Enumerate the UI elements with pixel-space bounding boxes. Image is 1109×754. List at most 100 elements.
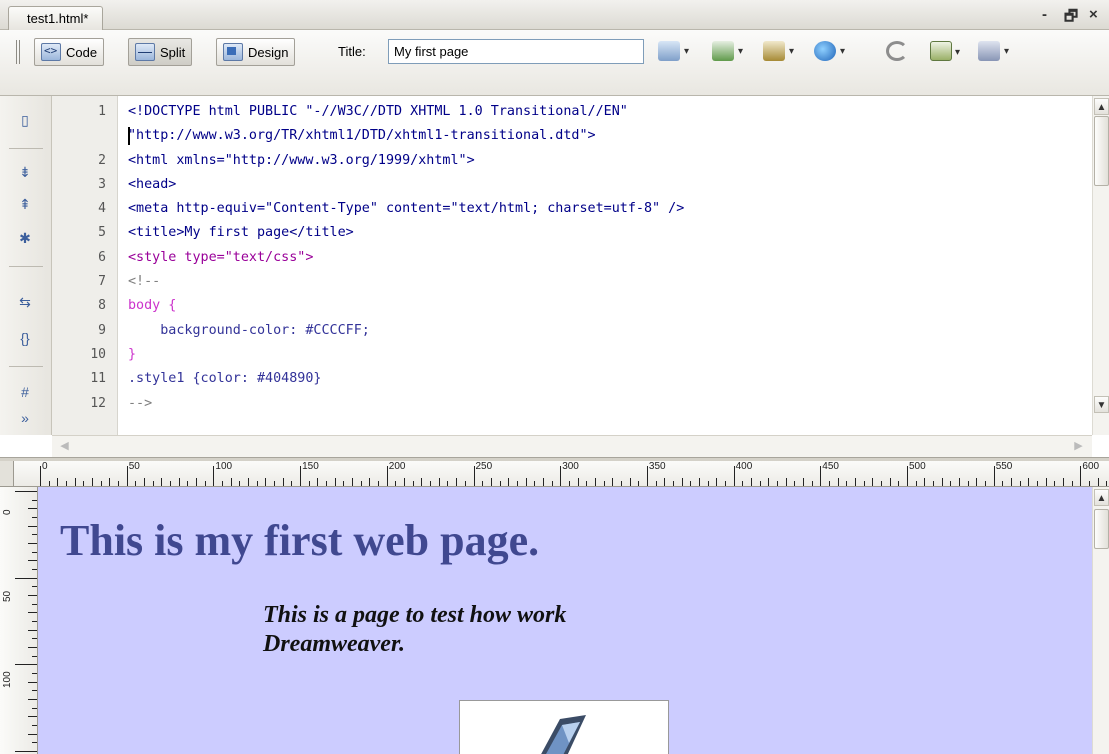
- code-view-label: Code: [66, 44, 98, 60]
- ruler-tick: [32, 742, 37, 744]
- code-line[interactable]: 1 <!DOCTYPE html PUBLIC "-//W3C//DTD XHTM…: [52, 100, 1092, 124]
- code-line[interactable]: 6 <style type="text/css">: [52, 246, 1092, 270]
- code-line[interactable]: "http://www.w3.org/TR/xhtml1/DTD/xhtml1-…: [52, 124, 1092, 148]
- ruler-tick: [404, 478, 406, 486]
- ruler-tick: [178, 478, 180, 486]
- design-view-icon: [223, 43, 243, 61]
- text-cursor: [128, 127, 130, 146]
- ruler-origin[interactable]: [0, 461, 14, 487]
- ruler-tick: [1045, 478, 1047, 486]
- ruler-label: 0: [42, 461, 48, 472]
- document-tab[interactable]: test1.html*: [8, 6, 104, 30]
- split-view-button[interactable]: Split: [128, 38, 193, 66]
- design-scroll-thumb[interactable]: [1094, 509, 1109, 549]
- ruler-tick: [32, 725, 37, 727]
- design-view-button[interactable]: Design: [216, 38, 296, 66]
- ruler-tick: [32, 569, 37, 571]
- ruler-tick: [594, 478, 596, 486]
- code-vertical-scrollbar[interactable]: ▲ ▼: [1092, 96, 1109, 435]
- toolbar-divider: [9, 366, 43, 367]
- collapse-tag-icon[interactable]: ⇟: [14, 164, 36, 184]
- line-number: 10: [90, 346, 106, 362]
- ruler-tick: [898, 481, 900, 486]
- validate-markup-icon[interactable]: [658, 41, 689, 61]
- page-subtext[interactable]: This is a page to test how work Dreamwea…: [263, 601, 683, 659]
- page-image[interactable]: [459, 700, 669, 754]
- ruler-tick: [40, 466, 41, 486]
- code-line[interactable]: 5 <title>My first page</title>: [52, 221, 1092, 245]
- scroll-left-icon[interactable]: ◀: [56, 438, 73, 455]
- ruler-label: 550: [995, 461, 1013, 472]
- ruler-tick: [924, 478, 926, 486]
- scroll-down-icon[interactable]: ▼: [1094, 396, 1109, 413]
- collapse-selection-icon[interactable]: ⇞: [14, 196, 36, 216]
- file-management-icon[interactable]: [763, 41, 794, 61]
- code-view-pane[interactable]: ▯ ⇟ ⇞ ✱ ⇆ {} # » 1 <!DOCTYPE html PUBLIC …: [0, 96, 1109, 457]
- ruler-tick: [560, 466, 562, 486]
- ruler-tick: [32, 707, 37, 709]
- ruler-tick: [1019, 481, 1021, 486]
- ruler-tick: [343, 481, 345, 486]
- document-tab-label: test1.html*: [27, 11, 89, 26]
- ruler-tick: [551, 481, 553, 486]
- code-line[interactable]: 2 <html xmlns="http://www.w3.org/1999/xht…: [52, 149, 1092, 173]
- code-line[interactable]: 4 <meta http-equiv="Content-Type" content…: [52, 197, 1092, 221]
- code-line[interactable]: 8 body {: [52, 294, 1092, 318]
- select-parent-tag-icon[interactable]: ⇆: [14, 294, 36, 314]
- code-line[interactable]: 12 -->: [52, 392, 1092, 416]
- code-editor[interactable]: 1 <!DOCTYPE html PUBLIC "-//W3C//DTD XHTM…: [52, 100, 1092, 435]
- expand-all-icon[interactable]: ✱: [14, 230, 36, 250]
- code-line[interactable]: 10}: [52, 343, 1092, 367]
- visual-aids-icon[interactable]: [978, 41, 1009, 61]
- ruler-label: 400: [735, 461, 753, 472]
- view-options-icon[interactable]: [930, 41, 960, 61]
- code-text: .style1 {color: #404890}: [128, 371, 322, 387]
- ruler-tick: [1063, 478, 1065, 486]
- design-vertical-scrollbar[interactable]: ▲: [1092, 487, 1109, 754]
- scroll-right-icon[interactable]: ▶: [1070, 438, 1087, 455]
- scroll-up-icon[interactable]: ▲: [1094, 98, 1109, 115]
- code-line[interactable]: 7 <!--: [52, 270, 1092, 294]
- design-scroll-up-icon[interactable]: ▲: [1094, 489, 1109, 506]
- minimize-icon[interactable]: -: [1042, 6, 1047, 23]
- line-numbers-icon[interactable]: #: [14, 384, 36, 404]
- document-title-input[interactable]: [388, 39, 644, 64]
- ruler-tick: [291, 481, 293, 486]
- live-view-icon[interactable]: [712, 41, 743, 61]
- scroll-thumb[interactable]: [1094, 116, 1109, 186]
- ruler-tick: [28, 681, 37, 683]
- close-icon[interactable]: ×: [1089, 6, 1098, 23]
- code-text: <html xmlns="http://www.w3.org/1999/xhtm…: [128, 152, 475, 168]
- ruler-tick: [750, 478, 752, 486]
- ruler-tick: [352, 478, 354, 486]
- ruler-tick: [768, 478, 770, 486]
- ruler-tick: [993, 466, 995, 486]
- preview-in-browser-icon[interactable]: [814, 41, 845, 61]
- code-horizontal-scrollbar[interactable]: ◀ ▶: [52, 435, 1092, 457]
- design-view-pane[interactable]: This is my first web page. This is a pag…: [38, 487, 1092, 754]
- more-tools-icon[interactable]: »: [14, 410, 36, 430]
- restore-icon[interactable]: 🗗: [1064, 6, 1078, 31]
- code-line[interactable]: 11 .style1 {color: #404890}: [52, 367, 1092, 391]
- code-line[interactable]: 9 background-color: #CCCCFF;: [52, 319, 1092, 343]
- ruler-tick: [629, 478, 631, 486]
- ruler-tick: [907, 466, 908, 486]
- ruler-label: 350: [648, 461, 666, 472]
- ruler-tick: [32, 499, 37, 501]
- page-heading[interactable]: This is my first web page.: [60, 515, 539, 566]
- ruler-tick: [32, 690, 37, 692]
- ruler-tick: [794, 481, 796, 486]
- ruler-tick: [196, 478, 198, 486]
- ruler-tick: [326, 481, 328, 486]
- open-documents-icon[interactable]: ▯: [14, 112, 36, 132]
- code-text: <!DOCTYPE html PUBLIC "-//W3C//DTD XHTML…: [128, 104, 628, 119]
- laptop-image-icon: [541, 715, 586, 754]
- balance-braces-icon[interactable]: {}: [14, 330, 36, 350]
- ruler-tick: [880, 481, 882, 486]
- code-line[interactable]: 3 <head>: [52, 173, 1092, 197]
- toolbar-grip[interactable]: [16, 40, 22, 64]
- refresh-design-view-icon[interactable]: [886, 41, 908, 61]
- ruler-tick: [126, 466, 128, 486]
- ruler-tick: [48, 481, 50, 486]
- code-view-button[interactable]: Code: [34, 38, 105, 66]
